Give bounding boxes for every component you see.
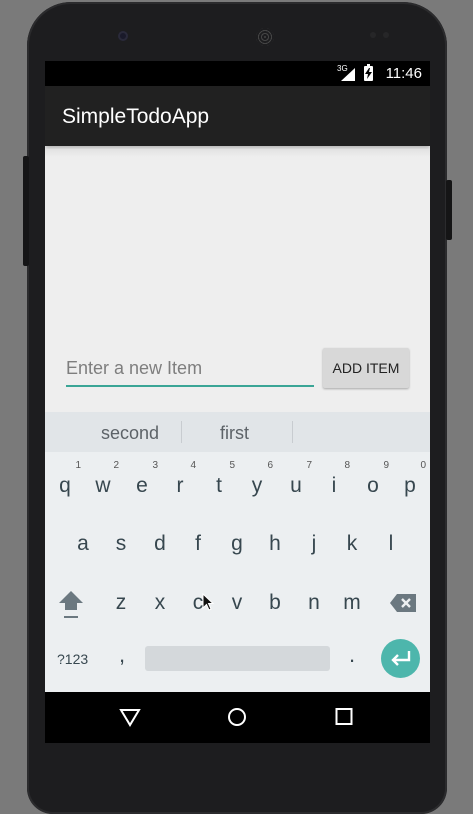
back-icon[interactable]	[119, 707, 141, 727]
key-q[interactable]: 1q	[47, 460, 83, 514]
earpiece-speaker	[256, 28, 274, 46]
suggestion-first[interactable]: first	[220, 423, 249, 444]
device-screen: 3G 11:46 SimpleTodoApp ADD ITEM second f…	[45, 61, 430, 743]
home-icon[interactable]	[227, 707, 247, 727]
new-item-input[interactable]	[66, 351, 314, 387]
key-p[interactable]: 0p	[392, 460, 428, 514]
shift-key[interactable]	[53, 579, 89, 631]
shift-icon	[59, 591, 83, 618]
add-item-button[interactable]: ADD ITEM	[323, 348, 409, 388]
soft-keyboard: 1q 2w 3e 4r 5t 6y 7u 8i 9o 0p a s d f g …	[45, 452, 430, 692]
enter-icon	[391, 651, 411, 666]
todo-list[interactable]	[45, 146, 430, 346]
key-o[interactable]: 9o	[355, 460, 391, 514]
suggestion-divider	[181, 421, 182, 443]
proximity-sensor	[370, 32, 376, 38]
enter-key[interactable]	[381, 639, 420, 678]
key-g[interactable]: g	[219, 520, 255, 572]
key-k[interactable]: k	[334, 520, 370, 572]
backspace-key[interactable]	[385, 579, 421, 631]
key-d[interactable]: d	[142, 520, 178, 572]
front-camera	[118, 31, 128, 41]
power-button	[446, 180, 452, 240]
key-w[interactable]: 2w	[85, 460, 121, 514]
key-a[interactable]: a	[65, 520, 101, 572]
action-bar: SimpleTodoApp	[45, 86, 430, 146]
key-r[interactable]: 4r	[162, 460, 198, 514]
suggestion-second[interactable]: second	[101, 423, 159, 444]
space-bar[interactable]	[145, 646, 330, 671]
symbols-key[interactable]: ?123	[57, 651, 88, 667]
recents-icon[interactable]	[335, 707, 353, 725]
backspace-icon	[390, 594, 416, 612]
period-key[interactable]: .	[349, 642, 355, 668]
key-u[interactable]: 7u	[278, 460, 314, 514]
key-f[interactable]: f	[180, 520, 216, 572]
clock: 11:46	[385, 65, 422, 82]
key-z[interactable]: z	[103, 579, 139, 631]
suggestion-strip: second first	[45, 412, 430, 452]
add-item-row: ADD ITEM	[45, 343, 430, 393]
key-i[interactable]: 8i	[316, 460, 352, 514]
status-bar: 3G 11:46	[45, 61, 430, 86]
signal-icon	[341, 68, 355, 81]
key-x[interactable]: x	[142, 579, 178, 631]
key-m[interactable]: m	[334, 579, 370, 631]
key-s[interactable]: s	[103, 520, 139, 572]
key-t[interactable]: 5t	[201, 460, 237, 514]
app-title: SimpleTodoApp	[62, 105, 210, 128]
key-y[interactable]: 6y	[239, 460, 275, 514]
key-c[interactable]: c	[180, 579, 216, 631]
key-e[interactable]: 3e	[124, 460, 160, 514]
suggestion-divider	[292, 421, 293, 443]
light-sensor	[383, 32, 389, 38]
volume-button	[23, 156, 29, 266]
navigation-bar	[45, 692, 430, 743]
key-h[interactable]: h	[257, 520, 293, 572]
key-l[interactable]: l	[373, 520, 409, 572]
key-n[interactable]: n	[296, 579, 332, 631]
list-top-shadow	[45, 149, 430, 157]
key-b[interactable]: b	[257, 579, 293, 631]
battery-icon	[364, 64, 373, 81]
key-j[interactable]: j	[296, 520, 332, 572]
comma-key[interactable]: ,	[119, 642, 125, 668]
key-v[interactable]: v	[219, 579, 255, 631]
